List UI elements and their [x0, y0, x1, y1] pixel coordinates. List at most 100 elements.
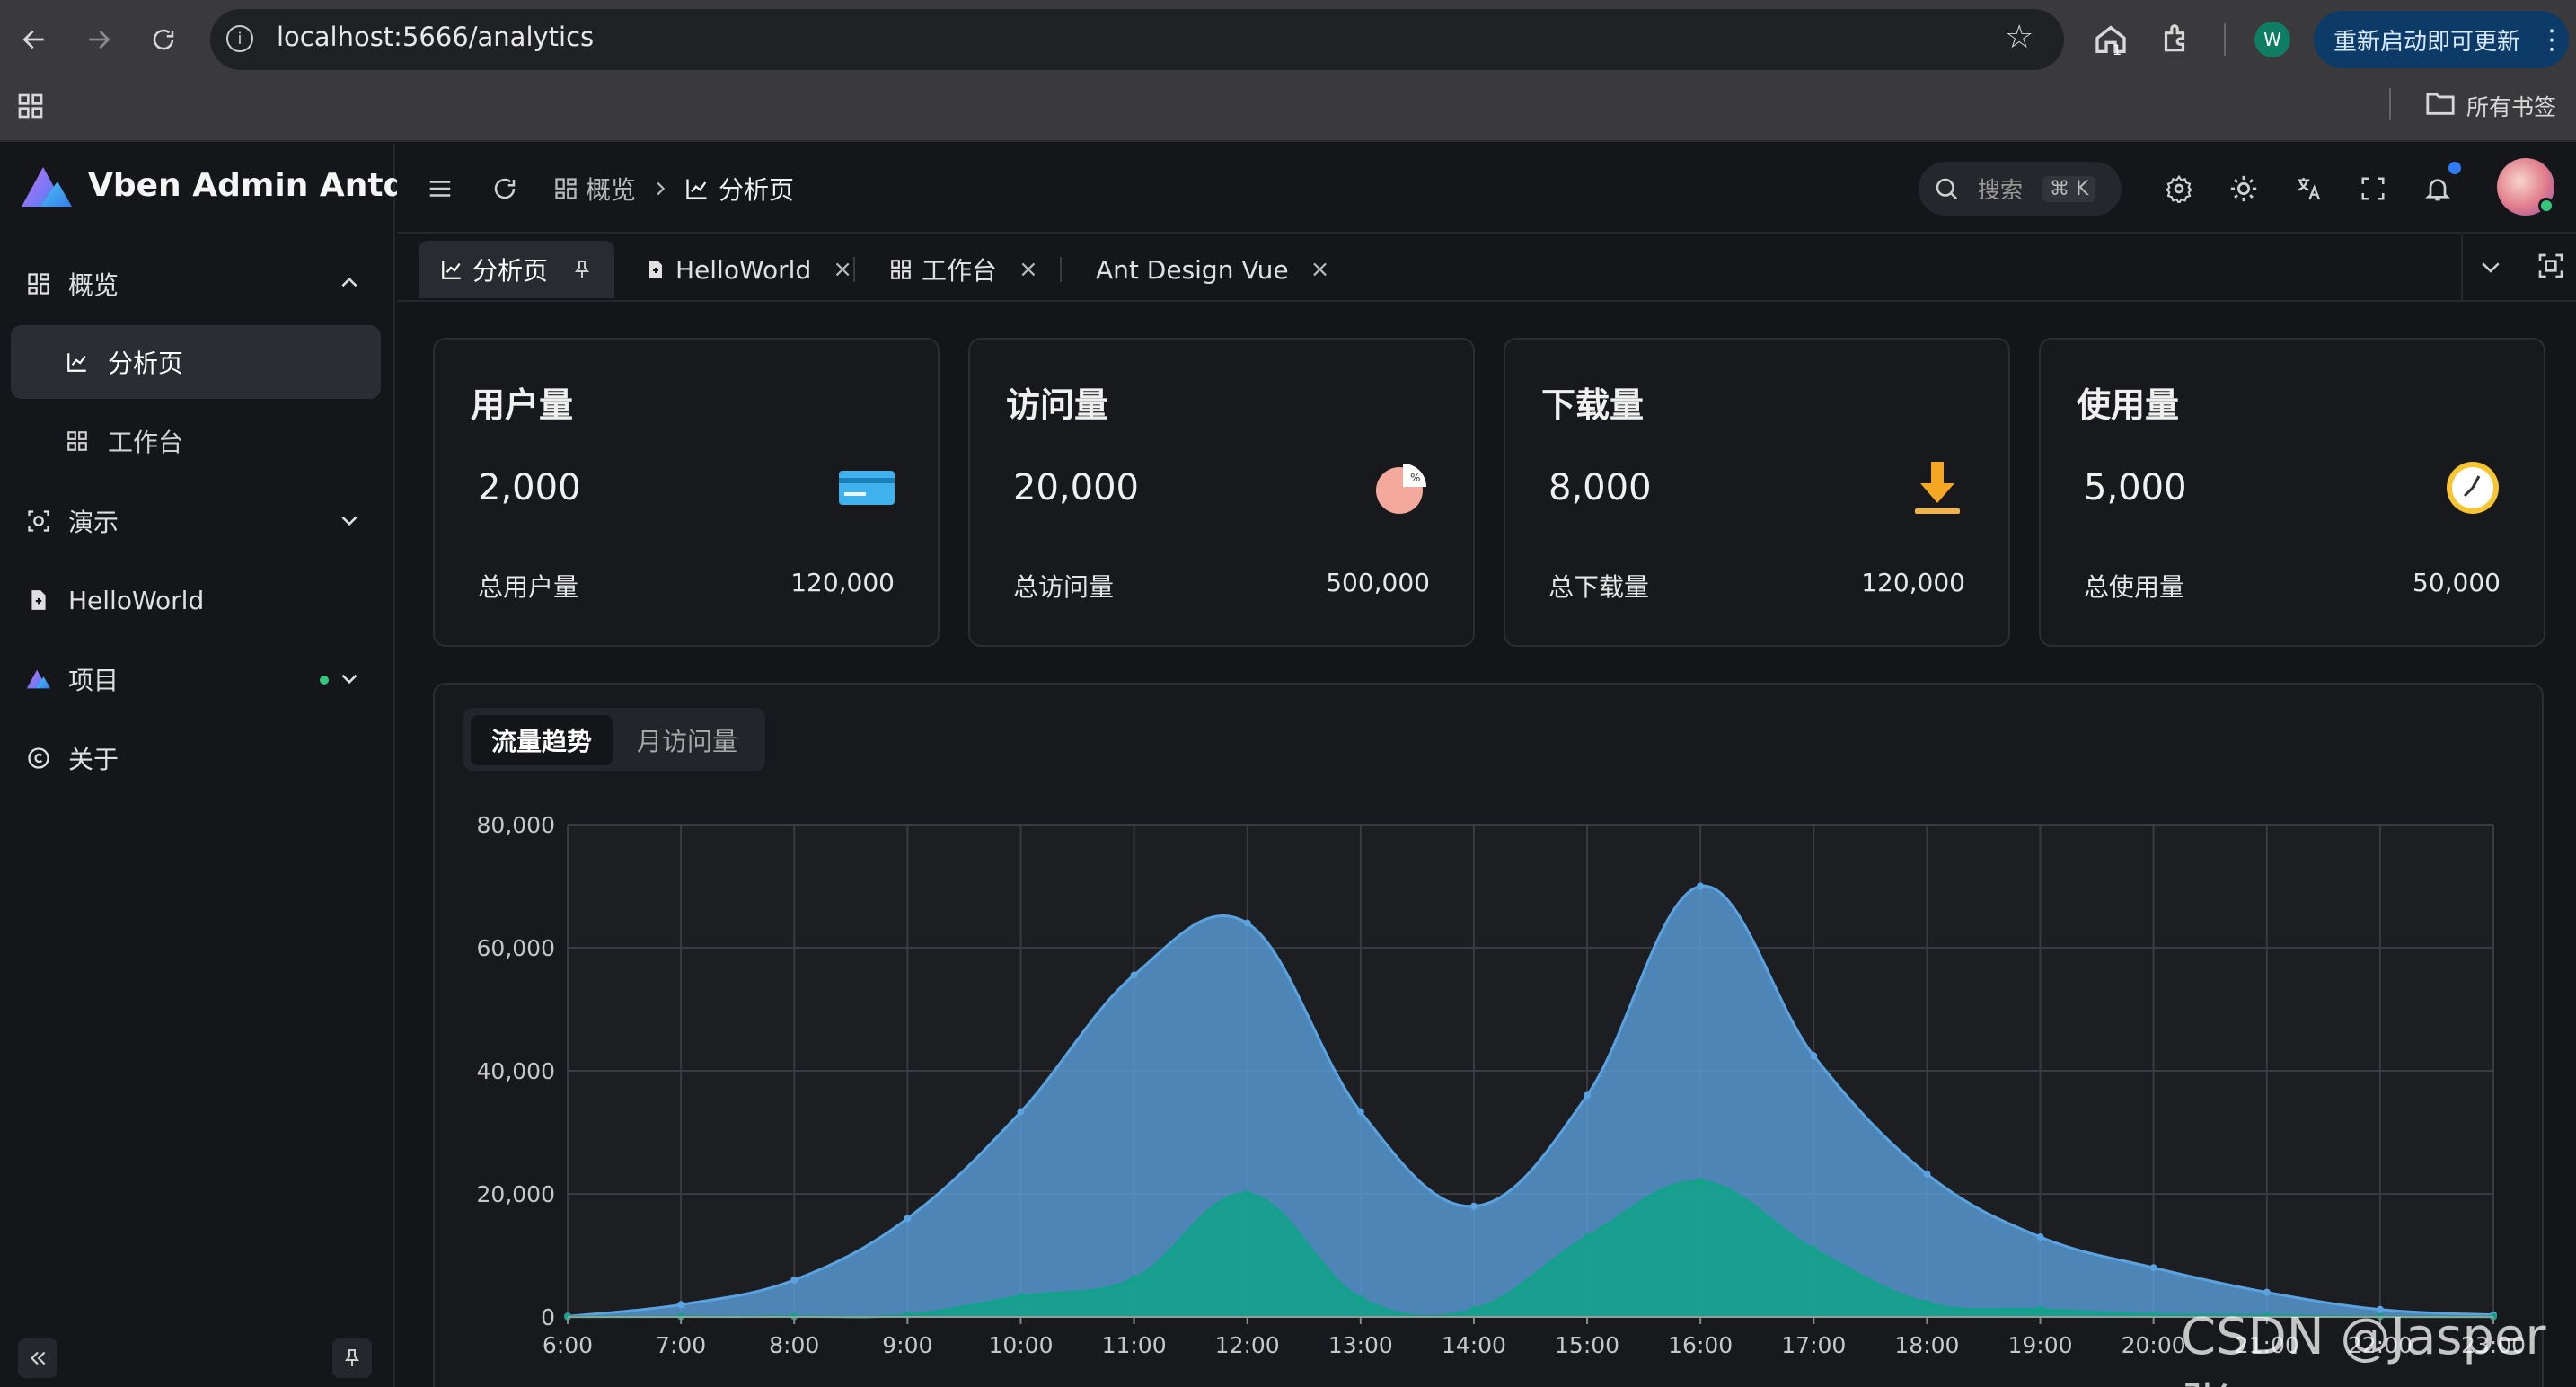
- x-tick-label: 10:00: [988, 1332, 1053, 1358]
- series-point[interactable]: [2036, 1232, 2044, 1241]
- pin-icon[interactable]: [571, 259, 593, 280]
- home-icon[interactable]: [2093, 22, 2129, 61]
- series-point[interactable]: [1923, 1170, 1931, 1178]
- series-point[interactable]: [1130, 1275, 1138, 1283]
- dashboard-icon: [25, 270, 52, 297]
- tab-ant-design-vue[interactable]: Ant Design Vue ×: [1065, 241, 1351, 298]
- sidebar-item-project[interactable]: 项目: [0, 641, 395, 717]
- card-foot-value: 50,000: [2413, 568, 2501, 597]
- sidebar-item-overview[interactable]: 概览: [0, 246, 395, 322]
- collapse-sidebar-button[interactable]: [18, 1338, 57, 1378]
- y-tick-label: 80,000: [477, 812, 555, 838]
- series-point[interactable]: [904, 1215, 912, 1223]
- pin-sidebar-button[interactable]: [332, 1338, 372, 1378]
- chevron-down-icon: [341, 516, 357, 526]
- card-value: 2,000: [478, 467, 581, 508]
- card-value: 8,000: [1548, 467, 1652, 508]
- url-text: localhost:5666/analytics: [277, 22, 595, 52]
- apps-grid-icon[interactable]: [16, 92, 45, 124]
- menu-toggle-icon[interactable]: [422, 171, 458, 207]
- series-point[interactable]: [1810, 1052, 1818, 1060]
- back-icon[interactable]: [9, 14, 59, 65]
- tab-label: HelloWorld: [675, 254, 812, 285]
- settings-gear-icon[interactable]: [2161, 171, 2197, 207]
- extension-badge: 1: [2113, 41, 2122, 58]
- series-point[interactable]: [1584, 1232, 1592, 1241]
- series-point[interactable]: [1356, 1108, 1364, 1116]
- breadcrumb-item-analytics[interactable]: 分析页: [719, 171, 794, 207]
- tab-helloworld[interactable]: HelloWorld ×: [623, 241, 874, 298]
- stat-card-visits: 访问量 20,000 % 总访问量 500,000: [968, 338, 1475, 647]
- sidebar-item-demos[interactable]: 演示: [0, 483, 395, 559]
- series-point[interactable]: [677, 1301, 685, 1309]
- tab-workspace[interactable]: 工作台 ×: [868, 241, 1060, 298]
- card-title: 使用量: [2077, 385, 2180, 425]
- reload-icon[interactable]: [138, 14, 189, 65]
- sidebar-item-helloworld[interactable]: HelloWorld: [0, 562, 395, 638]
- series-point[interactable]: [1130, 971, 1138, 979]
- series-point[interactable]: [1469, 1202, 1478, 1210]
- close-icon[interactable]: ×: [1310, 256, 1330, 283]
- copyright-icon: [25, 745, 52, 772]
- refresh-icon[interactable]: [487, 171, 523, 207]
- translate-icon[interactable]: [2290, 171, 2326, 207]
- series-point[interactable]: [1243, 1190, 1251, 1197]
- vben-logo-icon: [25, 666, 52, 693]
- card-icon: [839, 471, 895, 505]
- online-status-dot: [2538, 198, 2554, 214]
- series-point[interactable]: [2036, 1305, 2044, 1313]
- series-point[interactable]: [1356, 1294, 1364, 1303]
- tab-analytics[interactable]: 分析页: [419, 241, 615, 298]
- series-point[interactable]: [1697, 1178, 1705, 1186]
- sidebar-item-workspace[interactable]: 工作台: [11, 404, 381, 478]
- site-info-icon[interactable]: i: [226, 25, 253, 52]
- all-bookmarks-link[interactable]: 所有书签: [2466, 90, 2556, 122]
- card-foot-label: 总用户量: [478, 572, 579, 602]
- x-tick-label: 8:00: [769, 1332, 819, 1358]
- chevron-up-icon: [341, 277, 357, 287]
- series-point[interactable]: [1017, 1108, 1025, 1116]
- card-title: 访问量: [1006, 385, 1109, 425]
- series-point[interactable]: [1810, 1245, 1818, 1253]
- extensions-icon[interactable]: [2157, 22, 2192, 59]
- series-point[interactable]: [1697, 882, 1705, 890]
- chart-tab-traffic-trend[interactable]: 流量趋势: [471, 715, 613, 765]
- bell-icon[interactable]: [2420, 171, 2456, 207]
- bookmark-star-icon[interactable]: ☆: [2005, 22, 2033, 54]
- sidebar-item-analytics[interactable]: 分析页: [11, 325, 381, 399]
- series-point[interactable]: [2263, 1288, 2271, 1296]
- sidebar-item-label: 分析页: [108, 349, 184, 378]
- chart-tab-monthly-visits[interactable]: 月访问量: [620, 715, 754, 765]
- maximize-content-icon[interactable]: [2536, 252, 2565, 284]
- card-foot-value: 120,000: [790, 568, 895, 597]
- series-point[interactable]: [1243, 919, 1251, 927]
- breadcrumb-item-overview[interactable]: 概览: [586, 171, 636, 207]
- y-tick-label: 20,000: [477, 1181, 555, 1207]
- forward-icon[interactable]: [74, 14, 124, 65]
- series-point[interactable]: [1923, 1299, 1931, 1307]
- update-button[interactable]: 重新启动即可更新 ⋮: [2314, 11, 2569, 68]
- svg-text:%: %: [1410, 472, 1420, 484]
- x-tick-label: 16:00: [1668, 1332, 1733, 1358]
- sidebar-item-about[interactable]: 关于: [0, 720, 395, 796]
- tab-divider: [1060, 257, 1062, 282]
- fullscreen-icon[interactable]: [2355, 171, 2391, 207]
- series-point[interactable]: [1584, 1091, 1592, 1100]
- series-point[interactable]: [2149, 1264, 2157, 1272]
- card-foot-label: 总下载量: [1548, 572, 1650, 602]
- chevron-down-icon[interactable]: [2477, 253, 2504, 284]
- file-icon: [25, 587, 52, 614]
- series-point[interactable]: [790, 1276, 798, 1284]
- search-input[interactable]: 搜索 ⌘ K: [1919, 162, 2122, 216]
- close-icon[interactable]: ×: [833, 256, 852, 283]
- card-value: 20,000: [1013, 467, 1139, 508]
- watermark: CSDN @Jasper张: [2181, 1308, 2546, 1387]
- y-tick-label: 40,000: [477, 1058, 555, 1084]
- x-tick-label: 15:00: [1555, 1332, 1619, 1358]
- profile-avatar[interactable]: W: [2254, 22, 2290, 57]
- series-point[interactable]: [1017, 1293, 1025, 1301]
- sun-theme-icon[interactable]: [2226, 171, 2262, 207]
- series-point[interactable]: [1469, 1305, 1478, 1313]
- close-icon[interactable]: ×: [1019, 256, 1038, 283]
- tab-tools-divider: [2461, 235, 2463, 302]
